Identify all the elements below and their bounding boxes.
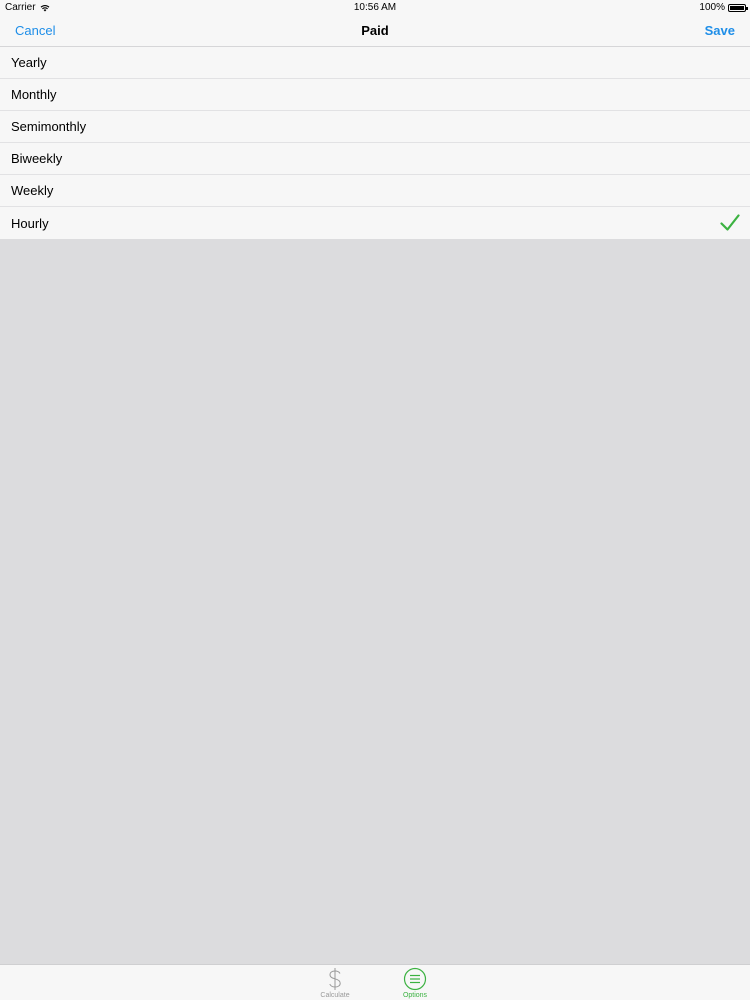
- tab-label: Options: [402, 992, 428, 999]
- tab-label: Calculate: [320, 992, 350, 999]
- pay-period-list: Yearly Monthly Semimonthly Biweekly Week…: [0, 47, 750, 239]
- dollar-icon: [329, 968, 341, 990]
- tab-calculate[interactable]: Calculate: [310, 967, 360, 999]
- list-icon: [403, 967, 427, 991]
- option-label: Biweekly: [11, 151, 63, 166]
- option-label: Semimonthly: [11, 119, 87, 134]
- battery-level: [730, 5, 744, 10]
- checkmark-icon: [720, 214, 740, 231]
- status-time: 10:56 AM: [353, 2, 397, 13]
- tab-bar: Calculate Options: [0, 964, 750, 1000]
- option-semimonthly[interactable]: Semimonthly: [0, 111, 750, 143]
- page-title: Paid: [361, 23, 389, 38]
- battery-percent: 100%: [699, 2, 725, 13]
- battery-icon: [728, 3, 748, 12]
- option-label: Hourly: [11, 215, 49, 231]
- option-monthly[interactable]: Monthly: [0, 79, 750, 111]
- status-right: 100%: [699, 2, 748, 13]
- navigation-bar: Cancel Paid Save: [0, 16, 750, 47]
- option-weekly[interactable]: Weekly: [0, 175, 750, 207]
- save-button[interactable]: Save: [705, 23, 735, 38]
- option-hourly[interactable]: Hourly: [0, 207, 750, 239]
- status-bar: Carrier 10:56 AM 100%: [0, 0, 750, 16]
- tab-options[interactable]: Options: [390, 967, 440, 999]
- option-label: Yearly: [11, 55, 47, 70]
- option-yearly[interactable]: Yearly: [0, 47, 750, 79]
- option-label: Monthly: [11, 87, 57, 102]
- option-label: Weekly: [11, 183, 54, 198]
- option-biweekly[interactable]: Biweekly: [0, 143, 750, 175]
- app-window: Carrier 10:56 AM 100% Cancel Paid Save Y…: [0, 0, 750, 1000]
